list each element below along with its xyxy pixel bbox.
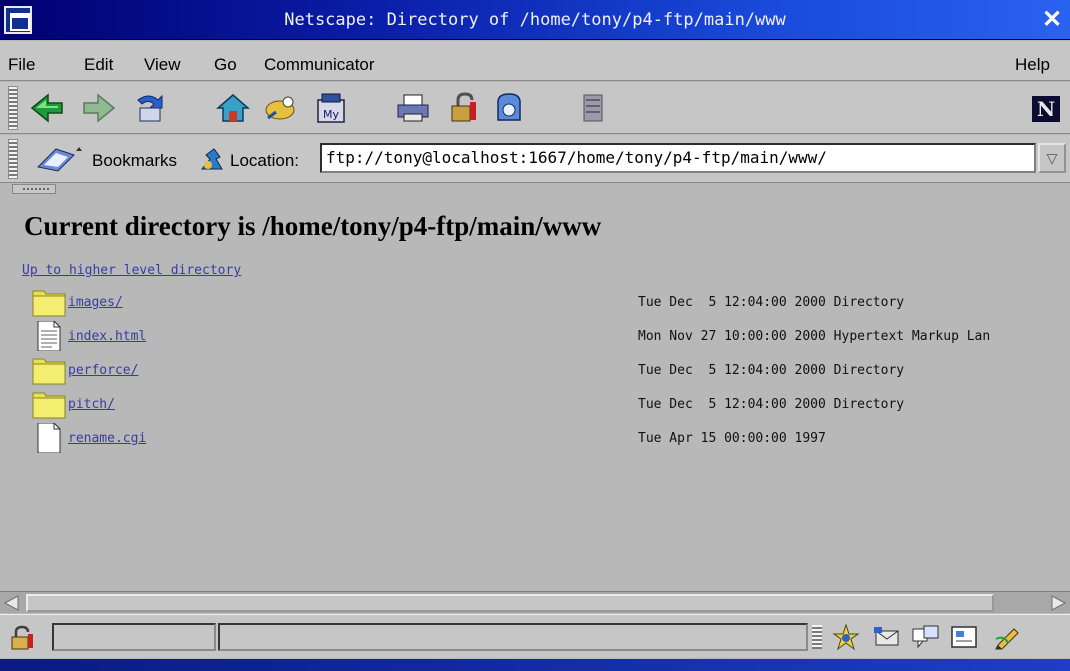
stop-icon[interactable] [574, 92, 612, 124]
location-grip-handle[interactable] [8, 139, 18, 179]
entry-name-link[interactable]: pitch/ [68, 397, 115, 412]
entry-info: Tue Dec 5 12:04:00 2000 Directory [638, 363, 905, 378]
print-icon[interactable] [394, 92, 432, 124]
entry-name-link[interactable]: perforce/ [68, 363, 138, 378]
toolbar-grip-handle[interactable] [8, 86, 18, 130]
page-heading: Current directory is /home/tony/p4-ftp/m… [24, 211, 602, 241]
entry-info: Mon Nov 27 10:00:00 2000 Hypertext Marku… [638, 329, 991, 344]
close-icon[interactable]: ✕ [1038, 6, 1066, 34]
discussions-icon[interactable] [910, 623, 942, 651]
entry-name-link[interactable]: images/ [68, 295, 123, 310]
file-icon[interactable] [32, 422, 66, 454]
navigator-icon[interactable] [830, 623, 862, 651]
collapsed-toolbar-tab[interactable] [12, 184, 56, 194]
window-titlebar: Netscape: Directory of /home/tony/p4-ftp… [0, 0, 1070, 40]
security-icon[interactable] [444, 92, 482, 124]
list-item: images/ Tue Dec 5 12:04:00 2000 Director… [0, 287, 1070, 321]
search-icon[interactable] [262, 92, 300, 124]
url-history-dropdown-icon[interactable]: ▽ [1038, 143, 1066, 173]
location-proxy-icon[interactable] [198, 145, 226, 173]
entry-info: Tue Dec 5 12:04:00 2000 Directory [638, 397, 905, 412]
menu-communicator[interactable]: Communicator [264, 55, 375, 75]
folder-icon[interactable] [32, 355, 66, 385]
entry-name-link[interactable]: index.html [68, 329, 146, 344]
back-icon[interactable] [28, 92, 66, 124]
home-icon[interactable] [214, 92, 252, 124]
folder-icon[interactable] [32, 389, 66, 419]
my-netscape-icon[interactable]: My [312, 92, 350, 124]
menu-go[interactable]: Go [214, 55, 237, 75]
window-title: Netscape: Directory of /home/tony/p4-ftp… [284, 10, 786, 30]
location-toolbar: Bookmarks Location: ftp://tony@localhost… [0, 135, 1070, 183]
composer-icon[interactable] [948, 623, 980, 651]
list-item: rename.cgi Tue Apr 15 00:00:00 1997 [0, 422, 1070, 457]
netscape-logo-icon[interactable]: N [1032, 96, 1060, 122]
status-progress-field [52, 623, 216, 651]
entry-info: Tue Apr 15 00:00:00 1997 [638, 431, 826, 446]
list-item: perforce/ Tue Dec 5 12:04:00 2000 Direct… [0, 355, 1070, 389]
document-icon[interactable] [32, 320, 66, 352]
parent-directory-link[interactable]: Up to higher level directory [22, 263, 241, 278]
edit-icon[interactable] [992, 623, 1024, 651]
location-label: Location: [230, 151, 299, 170]
menu-help[interactable]: Help [1015, 55, 1050, 75]
scroll-left-arrow-icon[interactable] [2, 594, 22, 612]
status-message-field [218, 623, 808, 651]
navigation-toolbar: My N [0, 82, 1070, 134]
my-label: My [323, 108, 339, 121]
horizontal-scrollbar[interactable] [0, 591, 1070, 613]
mail-icon[interactable] [872, 623, 904, 651]
list-item: pitch/ Tue Dec 5 12:04:00 2000 Directory [0, 389, 1070, 423]
page-content: Current directory is /home/tony/p4-ftp/m… [0, 195, 1070, 590]
list-item: index.html Mon Nov 27 10:00:00 2000 Hype… [0, 320, 1070, 355]
menu-view[interactable]: View [144, 55, 181, 75]
component-bar-grip-handle[interactable] [812, 625, 822, 649]
shop-icon[interactable] [490, 92, 528, 124]
entry-name-link[interactable]: rename.cgi [68, 431, 146, 446]
desktop-taskbar [0, 659, 1070, 671]
menu-file[interactable]: File [8, 55, 35, 75]
location-url-input[interactable]: ftp://tony@localhost:1667/home/tony/p4-f… [320, 143, 1036, 173]
reload-icon[interactable] [130, 92, 168, 124]
security-lock-icon[interactable] [8, 625, 42, 651]
scroll-right-arrow-icon[interactable] [1048, 594, 1068, 612]
menu-edit[interactable]: Edit [84, 55, 113, 75]
scrollbar-thumb[interactable] [26, 594, 994, 612]
bookmarks-icon[interactable] [34, 145, 84, 173]
forward-icon[interactable] [80, 92, 118, 124]
entry-info: Tue Dec 5 12:04:00 2000 Directory [638, 295, 905, 310]
bookmarks-button[interactable]: Bookmarks [92, 151, 177, 171]
status-bar [0, 614, 1070, 658]
folder-icon[interactable] [32, 287, 66, 317]
menu-bar: File Edit View Go Communicator Help [0, 41, 1070, 81]
